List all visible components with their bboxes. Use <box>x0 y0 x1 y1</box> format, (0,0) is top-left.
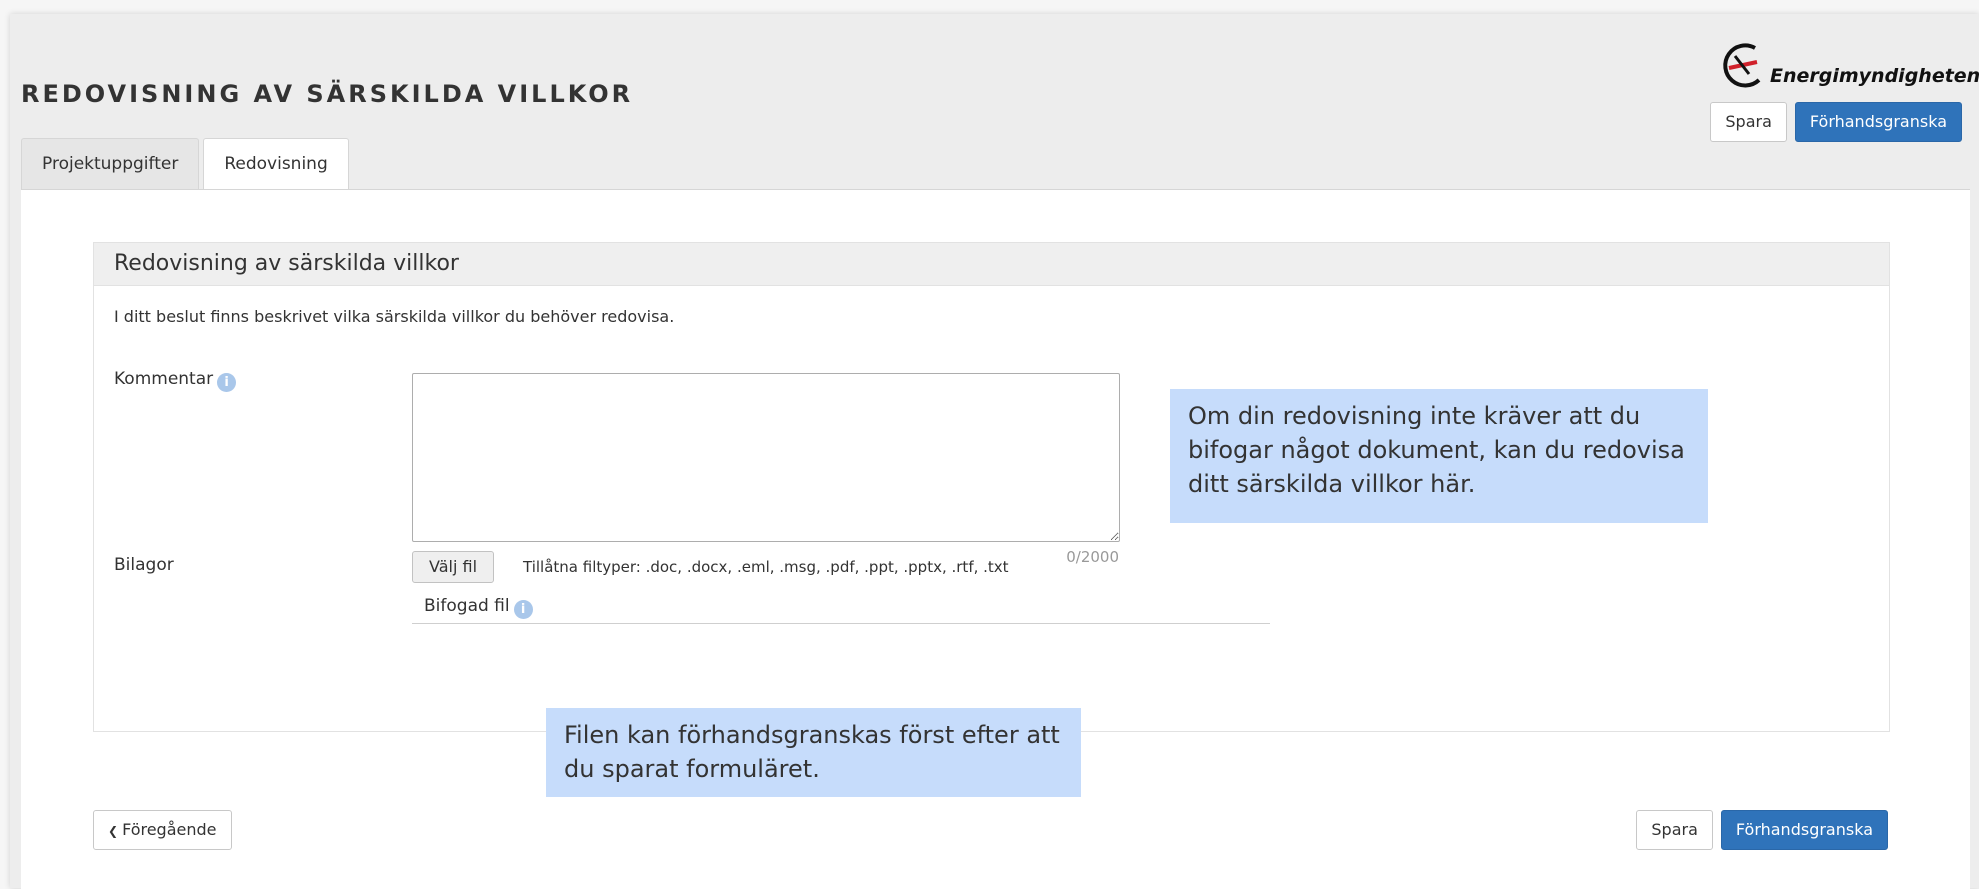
comment-label-wrap: Kommentar i <box>114 369 237 392</box>
energimyndigheten-logo: Energimyndigheten <box>1715 40 1979 90</box>
page-title: REDOVISNING AV SÄRSKILDA VILLKOR <box>21 80 634 108</box>
attached-file-label: Bifogad fil <box>424 596 510 616</box>
attached-file-wrap: Bifogad fil i <box>424 596 533 619</box>
comment-help-tooltip: Om din redovisning inte kräver att du bi… <box>1170 389 1708 523</box>
comment-label: Kommentar <box>114 369 214 389</box>
attachments-label: Bilagor <box>114 555 174 575</box>
logo-text: Energimyndigheten <box>1770 65 1979 87</box>
top-actions: Spara Förhandsgranska <box>1710 102 1962 142</box>
chevron-left-icon: ❮ <box>108 824 119 838</box>
info-icon[interactable]: i <box>217 373 237 392</box>
file-help-tooltip: Filen kan förhandsgranskas först efter a… <box>546 708 1081 797</box>
panel-title: Redovisning av särskilda villkor <box>94 243 1889 286</box>
panel-intro-text: I ditt beslut finns beskrivet vilka särs… <box>114 307 675 326</box>
attached-file-divider <box>412 623 1270 624</box>
tab-bar: Projektuppgifter Redovisning <box>21 138 353 190</box>
logo-mark-icon <box>1723 43 1761 88</box>
previous-label: Föregående <box>122 820 217 839</box>
tab-redovisning[interactable]: Redovisning <box>203 138 349 190</box>
character-counter: 0/2000 <box>1066 548 1119 566</box>
preview-button-top[interactable]: Förhandsgranska <box>1794 102 1962 142</box>
allowed-file-types: Tillåtna filtyper: .doc, .docx, .eml, .m… <box>523 558 1009 576</box>
comment-textarea[interactable] <box>412 373 1120 542</box>
preview-button-bottom[interactable]: Förhandsgranska <box>1720 810 1888 850</box>
save-button-top[interactable]: Spara <box>1710 102 1787 142</box>
footer-actions: Spara Förhandsgranska <box>1636 810 1888 850</box>
choose-file-button[interactable]: Välj fil <box>412 551 495 583</box>
tab-projektuppgifter[interactable]: Projektuppgifter <box>21 138 200 189</box>
previous-button[interactable]: ❮ Föregående <box>93 810 232 850</box>
save-button-bottom[interactable]: Spara <box>1636 810 1713 850</box>
footer-left: ❮ Föregående <box>93 810 232 850</box>
info-icon[interactable]: i <box>513 600 533 619</box>
